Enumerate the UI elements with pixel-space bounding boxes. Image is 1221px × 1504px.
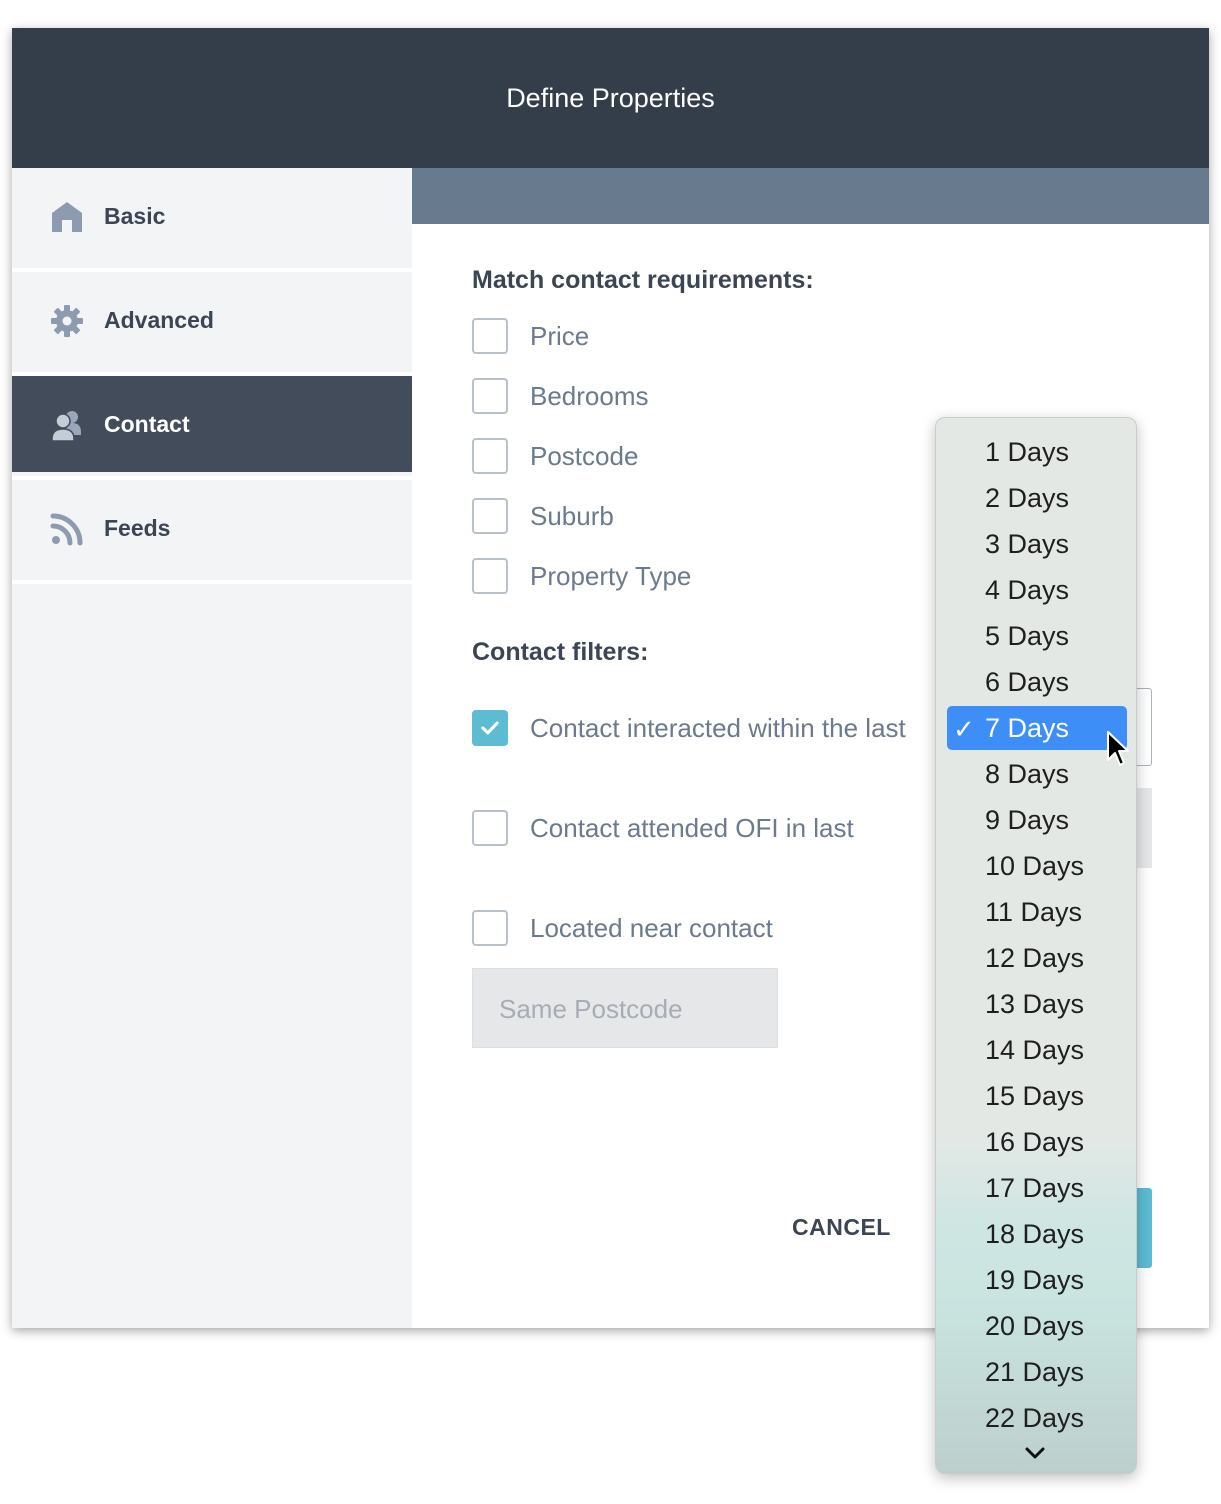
suburb-checkbox[interactable] (472, 498, 508, 534)
dropdown-option[interactable]: 14 Days (947, 1028, 1127, 1072)
dropdown-option[interactable]: 19 Days (947, 1258, 1127, 1302)
panel-subheader (412, 168, 1209, 224)
interacted-checkbox-row[interactable]: Contact interacted within the last (472, 708, 906, 748)
dropdown-option[interactable]: 16 Days (947, 1120, 1127, 1164)
dropdown-option[interactable]: 8 Days (947, 752, 1127, 796)
property-type-checkbox[interactable] (472, 558, 508, 594)
price-checkbox-row[interactable]: Price (472, 316, 589, 356)
dropdown-option[interactable]: 13 Days (947, 982, 1127, 1026)
interacted-checkbox[interactable] (472, 710, 508, 746)
checkmark-icon: ✓ (953, 714, 975, 744)
mouse-cursor-icon (1107, 731, 1129, 766)
rss-icon (50, 513, 83, 546)
dropdown-option[interactable]: 22 Days (947, 1396, 1127, 1440)
dropdown-option[interactable]: 17 Days (947, 1166, 1127, 1210)
dropdown-option[interactable]: 4 Days (947, 568, 1127, 612)
contacts-icon (51, 411, 81, 442)
dropdown-option[interactable]: 21 Days (947, 1350, 1127, 1394)
sidebar-item-label: Contact (104, 411, 190, 437)
check-icon (481, 721, 499, 735)
dropdown-option-selected[interactable]: ✓ 7 Days (947, 706, 1127, 750)
dropdown-option[interactable]: 11 Days (947, 890, 1127, 934)
suburb-checkbox-row[interactable]: Suburb (472, 496, 614, 536)
postcode-checkbox-row[interactable]: Postcode (472, 436, 638, 476)
dropdown-option[interactable]: 18 Days (947, 1212, 1127, 1256)
sidebar-item-basic[interactable]: Basic (12, 168, 412, 264)
match-requirements-title: Match contact requirements: (472, 266, 814, 294)
bedrooms-checkbox[interactable] (472, 378, 508, 414)
dropdown-option[interactable]: 10 Days (947, 844, 1127, 888)
dialog-header: Define Properties (12, 28, 1209, 168)
sidebar-item-label: Basic (104, 203, 166, 229)
checkbox-label: Contact attended OFI in last (530, 812, 854, 843)
gear-icon (51, 305, 83, 337)
sidebar: Basic Advanced Contact Feeds (12, 168, 412, 1328)
proximity-select[interactable]: Same Postcode (472, 968, 778, 1048)
dropdown-option[interactable]: 6 Days (947, 660, 1127, 704)
home-icon (52, 202, 82, 232)
checkbox-label: Price (530, 320, 590, 351)
sidebar-item-advanced[interactable]: Advanced (12, 272, 412, 368)
sidebar-item-label: Feeds (104, 515, 171, 541)
sidebar-item-label: Advanced (104, 307, 214, 333)
checkbox-label: Postcode (530, 440, 639, 471)
dialog-title: Define Properties (506, 82, 715, 113)
attended-ofi-checkbox[interactable] (472, 810, 508, 846)
postcode-checkbox[interactable] (472, 438, 508, 474)
dropdown-option[interactable]: 1 Days (947, 430, 1127, 474)
sidebar-item-feeds[interactable]: Feeds (12, 480, 412, 576)
checkbox-label: Contact interacted within the last (530, 712, 906, 743)
checkbox-label: Located near contact (530, 912, 773, 943)
contact-filters-title: Contact filters: (472, 638, 649, 666)
sidebar-item-contact[interactable]: Contact (12, 376, 412, 472)
dropdown-option[interactable]: 20 Days (947, 1304, 1127, 1348)
dropdown-option[interactable]: 12 Days (947, 936, 1127, 980)
checkbox-label: Suburb (530, 500, 614, 531)
property-type-checkbox-row[interactable]: Property Type (472, 556, 691, 596)
located-near-checkbox[interactable] (472, 910, 508, 946)
dropdown-option[interactable]: 5 Days (947, 614, 1127, 658)
bedrooms-checkbox-row[interactable]: Bedrooms (472, 376, 649, 416)
chevron-down-icon[interactable] (1024, 1445, 1046, 1461)
divider (12, 580, 412, 584)
attended-ofi-checkbox-row[interactable]: Contact attended OFI in last (472, 808, 854, 848)
checkbox-label: Property Type (530, 560, 692, 591)
cancel-button[interactable]: CANCEL (792, 1214, 891, 1241)
dropdown-option[interactable]: 9 Days (947, 798, 1127, 842)
located-near-checkbox-row[interactable]: Located near contact (472, 908, 773, 948)
dropdown-option[interactable]: 15 Days (947, 1074, 1127, 1118)
checkbox-label: Bedrooms (530, 380, 649, 411)
dropdown-option[interactable]: 2 Days (947, 476, 1127, 520)
dropdown-option[interactable]: 3 Days (947, 522, 1127, 566)
price-checkbox[interactable] (472, 318, 508, 354)
days-dropdown-menu[interactable]: 1 Days 2 Days 3 Days 4 Days 5 Days 6 Day… (935, 417, 1137, 1474)
